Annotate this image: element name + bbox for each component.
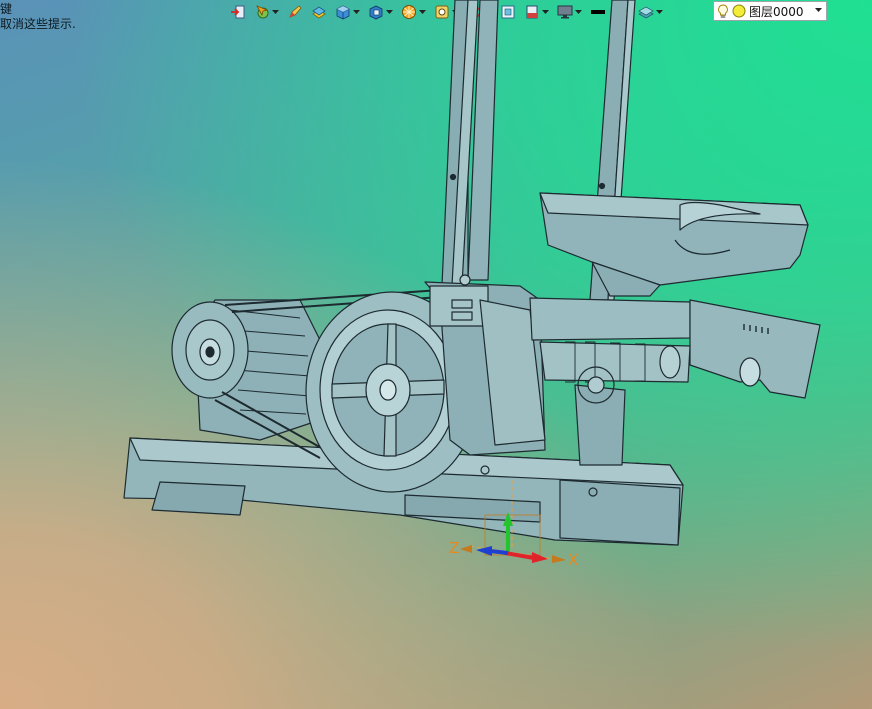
x-axis-arrow [504,551,535,560]
z-axis-arrow [489,549,509,555]
motor [171,299,321,441]
z-ghost-head [460,545,472,553]
machine-model [123,0,821,546]
x-axis-label: X [568,551,578,569]
press-barrel [529,297,821,466]
hopper [539,192,809,297]
frame-post-left [441,0,499,286]
z-axis-label: Z [449,539,459,557]
model-viewport[interactable]: Z X [0,0,872,709]
x-ghost-head [552,555,566,563]
